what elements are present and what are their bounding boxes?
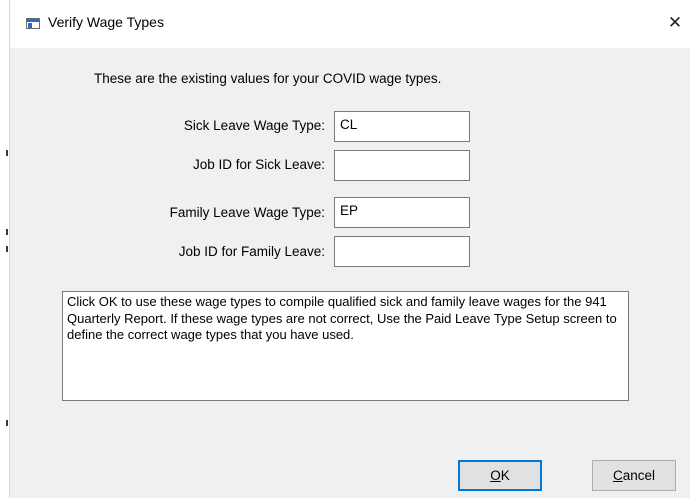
intro-text: These are the existing values for your C… (94, 71, 442, 86)
window-icon (26, 18, 40, 29)
background-window-edge (0, 0, 10, 498)
sick-leave-wage-type-field[interactable]: CL (334, 111, 470, 142)
cancel-button[interactable]: Cancel (592, 460, 676, 491)
job-id-family-leave-field[interactable] (334, 236, 470, 267)
background-mark (6, 150, 8, 156)
info-message: Click OK to use these wage types to comp… (62, 291, 629, 401)
job-id-sick-leave-label: Job ID for Sick Leave: (192, 157, 325, 172)
job-id-sick-leave-field[interactable] (334, 150, 470, 181)
verify-wage-types-dialog: Verify Wage Types ✕ These are the existi… (10, 0, 690, 498)
title-bar[interactable]: Verify Wage Types ✕ (10, 0, 690, 48)
family-leave-wage-type-field[interactable]: EP (334, 197, 470, 228)
close-icon[interactable]: ✕ (660, 8, 690, 38)
ok-label-rest: K (500, 468, 510, 483)
background-mark (6, 246, 8, 252)
family-leave-wage-type-label: Family Leave Wage Type: (169, 205, 325, 220)
ok-mnemonic: O (490, 468, 501, 483)
cancel-mnemonic: C (612, 468, 623, 483)
window-title: Verify Wage Types (48, 14, 164, 30)
sick-leave-wage-type-label: Sick Leave Wage Type: (183, 118, 325, 133)
background-mark (6, 229, 8, 235)
job-id-family-leave-label: Job ID for Family Leave: (178, 244, 325, 259)
background-mark (6, 420, 8, 426)
cancel-label-rest: ancel (622, 468, 656, 483)
ok-button[interactable]: OK (458, 460, 542, 491)
